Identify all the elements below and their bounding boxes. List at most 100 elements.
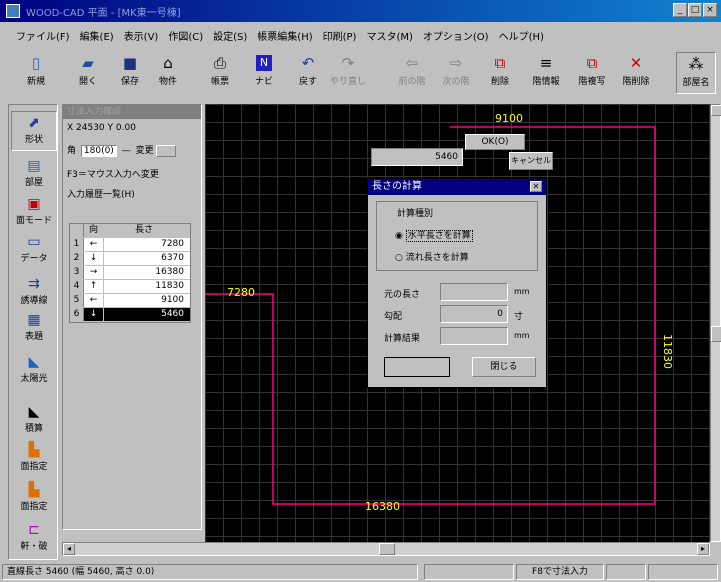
menu-file[interactable]: ファイル(F) [16, 28, 70, 48]
menu-view[interactable]: 表示(V) [124, 28, 159, 48]
property-icon: ⌂ [163, 54, 173, 72]
floor-copy-label: 階複写 [578, 77, 606, 87]
title-tool[interactable]: ▦ 表題 [11, 311, 57, 342]
ok-button[interactable]: OK(O) [465, 134, 525, 150]
undo-button[interactable]: ↶ 戻す [290, 52, 326, 94]
prev-floor-label: 前の階 [398, 77, 426, 87]
data-tool[interactable]: ▭ データ [11, 233, 57, 264]
next-floor-button[interactable]: ⇨ 次の階 [438, 52, 474, 94]
result-field [440, 327, 508, 345]
report-button[interactable]: ⎙ 帳票 [202, 52, 238, 94]
floor-delete-button[interactable]: ✕ 階削除 [618, 52, 654, 94]
table-row[interactable]: 3 → 16380 [70, 266, 190, 280]
menu-draw[interactable]: 作図(C) [168, 28, 203, 48]
input-panel: 寸法入力確認 X 24530 Y 0.00 角 180(0) — 変更 F3＝マ… [62, 104, 202, 530]
navi-button[interactable]: N ナビ [246, 52, 282, 94]
delete-button[interactable]: ⧉ 削除 [482, 52, 518, 94]
floor-delete-label: 階削除 [622, 77, 650, 87]
property-button[interactable]: ⌂ 物件 [150, 52, 186, 94]
table-row[interactable]: 5 ← 9100 [70, 294, 190, 308]
scroll-up-arrow-icon[interactable] [711, 105, 721, 116]
angle-field[interactable]: 180(0) [80, 145, 117, 157]
shape-tool[interactable]: ⬈ 形状 [11, 111, 57, 151]
printer-icon: ⎙ [213, 54, 226, 72]
slope-label: 勾配 [384, 312, 403, 322]
menu-option[interactable]: オプション(O) [423, 28, 489, 48]
orig-length-field[interactable] [440, 283, 508, 301]
guide-line-tool[interactable]: ⇉ 誘導線 [11, 275, 57, 306]
eaves-tool[interactable]: ⊏ 軒・破 [11, 521, 57, 552]
radio-flow[interactable]: ○ 流れ長さを計算 [395, 250, 469, 263]
table-row[interactable]: 4 ↑ 11830 [70, 280, 190, 294]
room-tool[interactable]: ▤ 部屋 [11, 157, 57, 188]
estimate-icon: ◣ [28, 404, 40, 420]
menu-edit[interactable]: 編集(E) [80, 28, 114, 48]
face-mode-tool[interactable]: ▣ 面モード [11, 195, 57, 226]
angle-change-button[interactable] [156, 144, 177, 157]
history-table: 向 長さ 1 ← 7280 2 ↓ 6370 3 → 16380 4 ↑ 11830 5 ← 910… [69, 223, 191, 323]
menu-help[interactable]: ヘルプ(H) [499, 28, 544, 48]
dialog-close-icon[interactable]: ✕ [530, 181, 542, 192]
face-specify-tool-2[interactable]: ▙ 面指定 [11, 481, 57, 512]
floor-info-button[interactable]: ≡ 階情報 [528, 52, 564, 94]
solar-tool[interactable]: ◣ 太陽光 [11, 353, 57, 384]
next-floor-label: 次の階 [442, 77, 470, 87]
calc-button[interactable] [384, 357, 450, 377]
radio-checked-icon: ◉ [395, 231, 403, 241]
horizontal-scrollbar[interactable]: ◂ ▸ [62, 542, 710, 556]
room-name-label: 部屋名 [682, 78, 710, 88]
menu-master[interactable]: マスタ(M) [366, 28, 412, 48]
status-mode: F8で寸法入力 [516, 564, 604, 580]
table-row[interactable]: 2 ↓ 6370 [70, 252, 190, 266]
menu-settings[interactable]: 設定(S) [213, 28, 247, 48]
prev-floor-icon: ⇦ [405, 54, 419, 72]
scroll-left-arrow-icon[interactable]: ◂ [63, 543, 75, 555]
change-label: 変更 [135, 146, 154, 156]
menu-report-edit[interactable]: 帳票編集(H) [257, 28, 312, 48]
cancel-button[interactable]: キャンセル [509, 152, 553, 170]
horizontal-scroll-thumb[interactable] [379, 543, 395, 555]
new-button[interactable]: ▯ 新規 [18, 52, 54, 94]
face-specify-2-label: 面指定 [20, 502, 48, 512]
shape-icon: ⬈ [28, 115, 40, 131]
angle-label: 角 [67, 146, 77, 156]
vertical-scroll-thumb[interactable] [711, 326, 721, 342]
scroll-right-arrow-icon[interactable]: ▸ [697, 543, 709, 555]
menu-print[interactable]: 印刷(P) [323, 28, 357, 48]
solar-label: 太陽光 [20, 374, 48, 384]
table-row-selected[interactable]: 6 ↓ 5460 [70, 308, 190, 322]
calc-type-group: 計算種別 ◉ 水平長さを計算 ○ 流れ長さを計算 [376, 201, 538, 271]
close-button[interactable]: × [703, 3, 717, 17]
table-row[interactable]: 1 ← 7280 [70, 238, 190, 252]
coordinate-readout: X 24530 Y 0.00 [67, 123, 136, 133]
face-specify-tool[interactable]: ▙ 面指定 [11, 441, 57, 472]
col-length: 長さ [104, 224, 190, 237]
maximize-button[interactable]: □ [688, 3, 702, 17]
dim-bottom: 16380 [365, 500, 400, 513]
estimate-label: 積算 [24, 424, 43, 434]
floor-copy-icon: ⧉ [586, 54, 598, 72]
left-tool-panel: ⬈ 形状 ▤ 部屋 ▣ 面モード ▭ データ ⇉ 誘導線 ▦ 表題 ◣ 太陽光 ◣ 積算 ▙ 面指… [8, 104, 58, 560]
redo-button[interactable]: ↷ やり直し [330, 52, 366, 94]
floor-copy-button[interactable]: ⧉ 階複写 [574, 52, 610, 94]
vertical-scrollbar[interactable] [710, 104, 721, 542]
open-button[interactable]: ▰ 開く [70, 52, 106, 94]
save-button[interactable]: ■ 保存 [112, 52, 148, 94]
status-bar: 直線長さ 5460 (幅 5460, 高さ 0.0) F8で寸法入力 [0, 562, 721, 582]
prev-floor-button[interactable]: ⇦ 前の階 [394, 52, 430, 94]
radio-unchecked-icon: ○ [395, 253, 403, 263]
room-name-button[interactable]: ⁂ 部屋名 [676, 52, 716, 94]
radio-horizontal[interactable]: ◉ 水平長さを計算 [395, 228, 473, 242]
slope-field[interactable]: 0 [440, 305, 508, 323]
minimize-button[interactable]: _ [673, 3, 687, 17]
guide-line-label: 誘導線 [20, 296, 48, 306]
eaves-label: 軒・破 [20, 542, 48, 552]
slope-unit: 寸 [514, 312, 524, 322]
data-label: データ [20, 254, 48, 264]
close-dialog-button[interactable]: 閉じる [472, 357, 536, 377]
result-label: 計算結果 [384, 334, 421, 344]
length-value-field[interactable]: 5460 [371, 148, 463, 166]
property-label: 物件 [158, 77, 177, 87]
redo-label: やり直し [330, 77, 367, 87]
estimate-tool[interactable]: ◣ 積算 [11, 403, 57, 434]
